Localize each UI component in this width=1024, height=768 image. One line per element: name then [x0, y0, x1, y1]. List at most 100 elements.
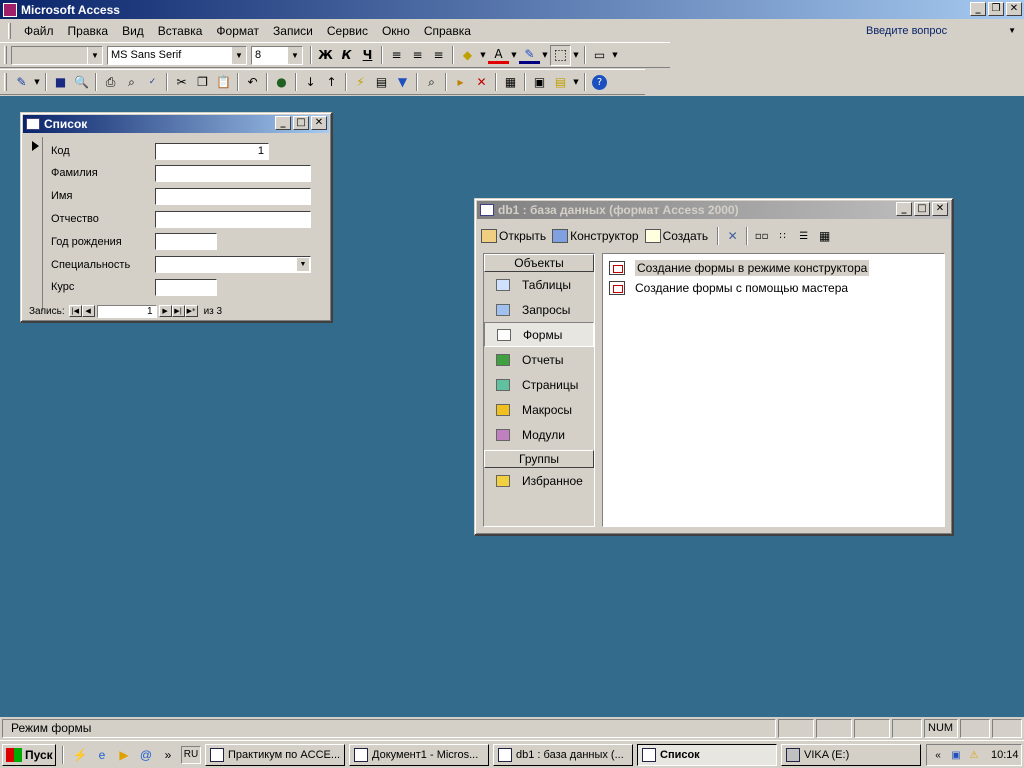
menu-format[interactable]: Формат — [209, 24, 266, 38]
database-window-title-bar[interactable]: db1 : база данных (формат Access 2000) _… — [477, 201, 950, 219]
menubar-grip[interactable] — [8, 22, 11, 39]
view-design-icon[interactable]: ✎ — [11, 72, 32, 93]
list-item[interactable]: Создание формы с помощью мастера — [609, 278, 938, 298]
chevron-down-icon[interactable]: ▼ — [610, 45, 620, 66]
apply-filter-icon[interactable]: ▼ — [392, 72, 413, 93]
taskbar-task-word-practicum[interactable]: Практикум по ACCE... — [205, 743, 345, 766]
design-button[interactable]: Конструктор — [552, 229, 639, 243]
new-record-icon[interactable]: ▸ — [450, 72, 471, 93]
maximize-button[interactable]: □ — [914, 202, 930, 216]
access-app-icon[interactable] — [3, 2, 17, 17]
taskbar-task-word-document[interactable]: Документ1 - Micros... — [349, 743, 489, 766]
chevron-down-icon[interactable]: ▼ — [297, 258, 309, 271]
list-view-icon[interactable]: ☰ — [793, 226, 814, 247]
internet-explorer-icon[interactable]: e — [93, 746, 111, 764]
open-button[interactable]: Открыть — [481, 229, 546, 243]
sort-descending-icon[interactable]: ↑ — [321, 72, 342, 93]
groups-header[interactable]: Группы — [484, 450, 594, 468]
taskbar-task-form[interactable]: Список — [637, 743, 777, 766]
objects-header[interactable]: Объекты — [484, 254, 594, 272]
new-object-icon[interactable]: ▤ — [550, 72, 571, 93]
taskbar-task-drive[interactable]: VIKA (E:) — [781, 743, 921, 766]
form-window-title-bar[interactable]: Список _ □ ✕ — [23, 115, 329, 133]
align-left-icon[interactable]: ≡ — [386, 45, 407, 66]
ask-question-box[interactable]: Введите вопрос ▼ — [866, 22, 1016, 39]
font-color-icon[interactable]: A — [488, 46, 509, 64]
quicklaunch-more-icon[interactable]: » — [159, 746, 177, 764]
menu-tools[interactable]: Сервис — [320, 24, 375, 38]
object-forms[interactable]: Формы — [484, 322, 594, 347]
list-item[interactable]: Создание формы в режиме конструктора — [609, 258, 938, 278]
cut-icon[interactable]: ✂ — [171, 72, 192, 93]
delete-icon[interactable]: ✕ — [722, 226, 743, 247]
new-record-button[interactable]: ▶* — [184, 305, 198, 317]
field-input-otchestvo[interactable] — [155, 211, 311, 228]
language-indicator[interactable]: RU — [181, 745, 201, 764]
menu-window[interactable]: Окно — [375, 24, 417, 38]
underline-button[interactable]: Ч — [357, 45, 378, 66]
prev-record-button[interactable]: ◀ — [81, 305, 95, 317]
sort-ascending-icon[interactable]: ↓ — [300, 72, 321, 93]
line-width-icon[interactable]: ▭ — [589, 45, 610, 66]
object-reports[interactable]: Отчеты — [484, 347, 594, 372]
field-input-imya[interactable] — [155, 188, 311, 205]
start-button[interactable]: Пуск — [2, 743, 56, 766]
menu-records[interactable]: Записи — [266, 24, 320, 38]
delete-record-icon[interactable]: ✕ — [471, 72, 492, 93]
hyperlink-icon[interactable]: ● — [271, 72, 292, 93]
chevron-down-icon[interactable]: ▼ — [509, 45, 519, 66]
details-view-icon[interactable]: ▦ — [814, 226, 835, 247]
italic-button[interactable]: К — [336, 45, 357, 66]
fill-color-icon[interactable]: ◆ — [457, 45, 478, 66]
chevron-down-icon[interactable]: ▼ — [571, 45, 581, 66]
outlook-express-icon[interactable]: @ — [137, 746, 155, 764]
object-queries[interactable]: Запросы — [484, 297, 594, 322]
toolbar-grip[interactable] — [4, 46, 7, 64]
next-record-button[interactable]: ▶ — [158, 305, 172, 317]
restore-button[interactable]: ❐ — [988, 2, 1004, 16]
font-name-combo[interactable]: MS Sans Serif ▼ — [107, 45, 247, 65]
font-size-combo[interactable]: 8 ▼ — [251, 45, 303, 65]
help-icon[interactable]: ? — [589, 72, 610, 93]
field-input-kod[interactable]: 1 — [155, 143, 269, 160]
menu-view[interactable]: Вид — [115, 24, 151, 38]
tray-expand-icon[interactable]: « — [931, 748, 945, 762]
close-button[interactable]: ✕ — [311, 116, 327, 130]
filter-by-selection-icon[interactable]: ⚡ — [350, 72, 371, 93]
filter-by-form-icon[interactable]: ▤ — [371, 72, 392, 93]
find-icon[interactable]: ⌕ — [421, 72, 442, 93]
chevron-down-icon[interactable]: ▼ — [540, 45, 550, 66]
quicklaunch-access-icon[interactable]: ⚡ — [71, 746, 89, 764]
toolbar-grip[interactable] — [4, 73, 7, 91]
field-combo-specialnost[interactable]: ▼ — [155, 256, 311, 273]
chevron-down-icon[interactable]: ▼ — [478, 45, 488, 66]
copy-icon[interactable]: ❐ — [192, 72, 213, 93]
database-window-icon[interactable]: ▣ — [529, 72, 550, 93]
menu-help[interactable]: Справка — [417, 24, 478, 38]
object-combo[interactable]: ▼ — [11, 45, 103, 65]
object-modules[interactable]: Модули — [484, 422, 594, 447]
maximize-button[interactable]: □ — [293, 116, 309, 130]
save-icon[interactable]: ■ — [50, 72, 71, 93]
field-input-kurs[interactable] — [155, 279, 217, 296]
minimize-button[interactable]: _ — [896, 202, 912, 216]
group-favorites[interactable]: Избранное — [484, 468, 594, 493]
menu-insert[interactable]: Вставка — [151, 24, 210, 38]
record-selector[interactable] — [29, 137, 43, 311]
chevron-down-icon[interactable]: ▼ — [571, 72, 581, 93]
border-style-icon[interactable]: ⬚ — [550, 44, 571, 66]
field-input-familiya[interactable] — [155, 165, 311, 182]
align-center-icon[interactable]: ≡ — [407, 45, 428, 66]
close-button[interactable]: ✕ — [1006, 2, 1022, 16]
create-button[interactable]: Создать — [644, 229, 708, 243]
media-player-icon[interactable]: ▶ — [115, 746, 133, 764]
object-macros[interactable]: Макросы — [484, 397, 594, 422]
network-icon[interactable]: ▣ — [949, 748, 963, 762]
warning-icon[interactable]: ⚠ — [967, 748, 981, 762]
taskbar-task-database[interactable]: db1 : база данных (... — [493, 743, 633, 766]
properties-icon[interactable]: ▦ — [500, 72, 521, 93]
file-search-icon[interactable]: 🔍 — [71, 72, 92, 93]
minimize-button[interactable]: _ — [970, 2, 986, 16]
menu-edit[interactable]: Правка — [61, 24, 116, 38]
clock[interactable]: 10:14 — [991, 749, 1019, 761]
